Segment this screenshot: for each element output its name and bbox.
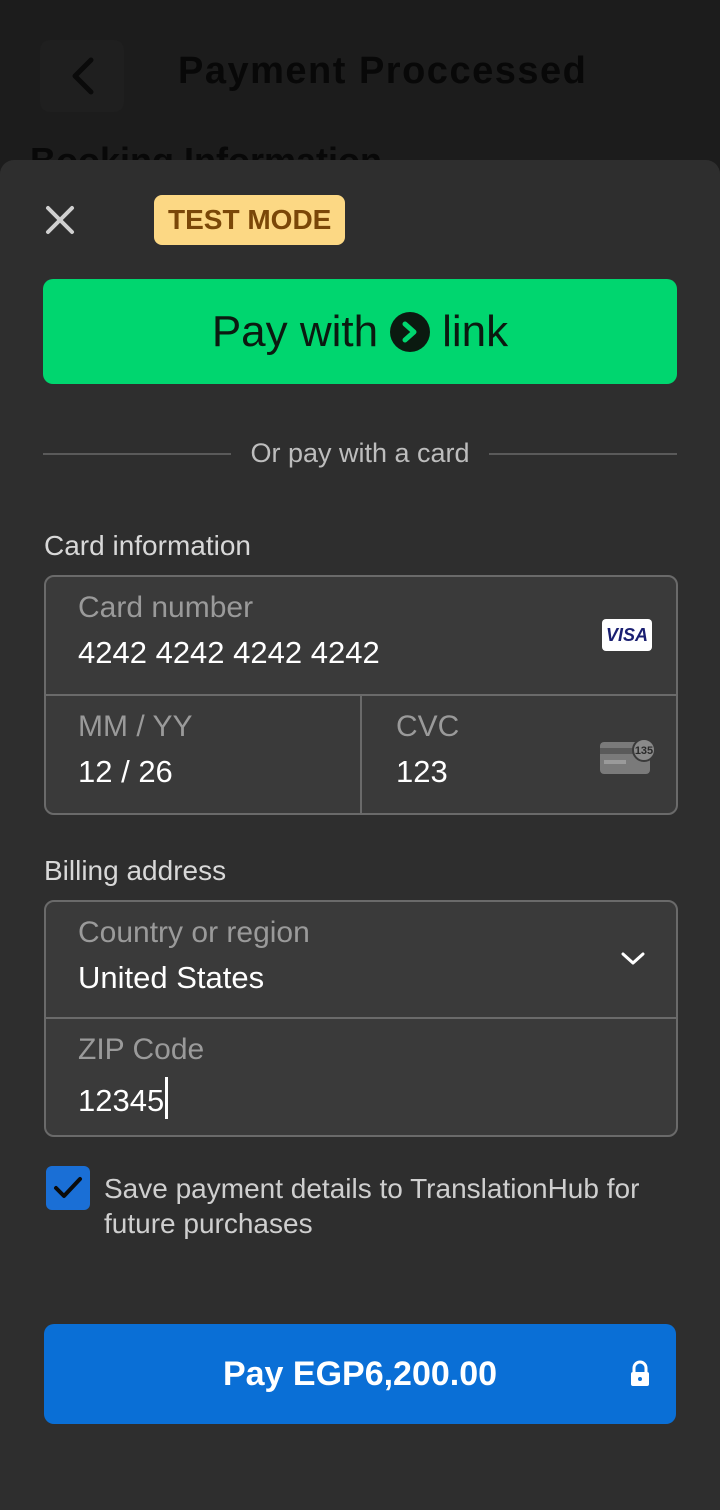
chevron-left-icon [72,57,94,95]
country-value: United States [78,960,265,995]
zip-code-field[interactable]: ZIP Code 12345 [46,1019,676,1135]
link-logo-icon [390,311,431,352]
card-information-group: Card number 4242 4242 4242 4242 VISA MM … [44,575,678,815]
billing-address-group: Country or region United States ZIP Code… [44,900,678,1137]
expiry-label: MM / YY [78,710,193,743]
zip-code-label: ZIP Code [78,1033,205,1066]
payment-sheet: TEST MODE Pay with link Or pay with a ca… [0,160,720,1510]
text-cursor [165,1077,169,1119]
billing-address-label: Billing address [44,855,227,886]
cvc-field[interactable]: CVC 123 135 [362,696,676,813]
card-number-label: Card number [78,591,254,624]
cvc-card-icon: 135 [600,738,656,774]
svg-text:135: 135 [635,745,653,757]
back-button[interactable] [40,40,124,112]
lock-icon [631,1360,649,1386]
country-label: Country or region [78,916,310,949]
pay-button-label: Pay EGP6,200.00 [222,1354,498,1393]
page-title: Payment Proccessed [178,50,588,92]
divider-right [489,453,677,455]
card-number-field[interactable]: Card number 4242 4242 4242 4242 VISA [46,577,676,695]
checkmark-icon [54,1177,82,1198]
background-header: Payment Proccessed Booking Information [0,0,720,181]
country-select[interactable]: Country or region United States [46,902,676,1017]
visa-icon: VISA [602,619,652,651]
expiry-value: 12 / 26 [78,754,173,789]
save-details-text: Save payment details to TranslationHub f… [104,1173,640,1239]
card-information-label: Card information [44,530,251,561]
link-brand-text: link [442,306,509,356]
link-button-prefix: Pay with [211,306,379,356]
cvc-value: 123 [396,754,448,789]
cvc-label: CVC [396,710,460,743]
test-mode-badge: TEST MODE [154,195,346,245]
close-button[interactable] [42,202,78,238]
card-number-value: 4242 4242 4242 4242 [78,635,380,670]
pay-with-link-button[interactable]: Pay with link [43,279,677,384]
close-icon [46,206,74,234]
expiry-field[interactable]: MM / YY 12 / 26 [46,696,360,813]
zip-code-value: 12345 [78,1083,165,1118]
save-details-checkbox[interactable] [46,1166,90,1210]
zip-code-input[interactable]: 12345 [78,1077,169,1119]
chevron-down-icon [621,952,645,965]
pay-button[interactable]: Pay EGP6,200.00 [44,1324,676,1424]
